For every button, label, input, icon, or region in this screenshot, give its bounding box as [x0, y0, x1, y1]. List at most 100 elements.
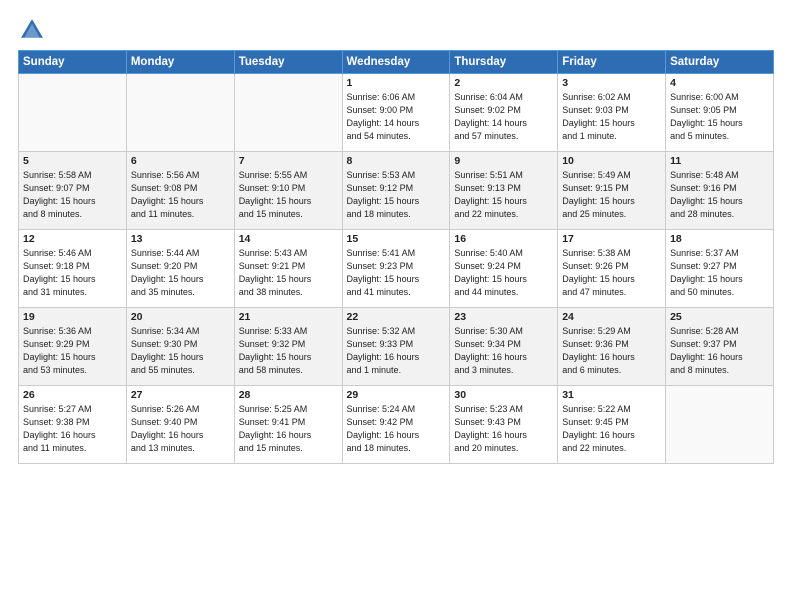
day-info: Sunrise: 5:33 AM Sunset: 9:32 PM Dayligh…	[239, 325, 338, 377]
day-info: Sunrise: 6:06 AM Sunset: 9:00 PM Dayligh…	[347, 91, 446, 143]
day-cell: 29 Sunrise: 5:24 AM Sunset: 9:42 PM Dayli…	[342, 386, 450, 464]
day-cell: 7 Sunrise: 5:55 AM Sunset: 9:10 PM Daylig…	[234, 152, 342, 230]
day-number: 8	[347, 155, 446, 167]
day-cell: 27Sunrise: 5:26 AM Sunset: 9:40 PM Dayli…	[126, 386, 234, 464]
day-number: 25	[670, 311, 769, 323]
day-info: Sunrise: 5:27 AM Sunset: 9:38 PM Dayligh…	[23, 403, 122, 455]
day-cell: 23 Sunrise: 5:30 AM Sunset: 9:34 PM Dayli…	[450, 308, 558, 386]
day-cell	[666, 386, 774, 464]
day-cell: 4Sunrise: 6:00 AM Sunset: 9:05 PM Daylig…	[666, 74, 774, 152]
header	[18, 16, 774, 44]
week-row-5: 26 Sunrise: 5:27 AM Sunset: 9:38 PM Dayli…	[19, 386, 774, 464]
day-number: 19	[23, 311, 122, 323]
day-info: Sunrise: 5:56 AM Sunset: 9:08 PM Dayligh…	[131, 169, 230, 221]
day-info: Sunrise: 5:34 AM Sunset: 9:30 PM Dayligh…	[131, 325, 230, 377]
col-header-monday: Monday	[126, 51, 234, 74]
day-number: 12	[23, 233, 122, 245]
col-header-friday: Friday	[558, 51, 666, 74]
day-number: 22	[347, 311, 446, 323]
day-cell: 3 Sunrise: 6:02 AM Sunset: 9:03 PM Daylig…	[558, 74, 666, 152]
day-cell	[126, 74, 234, 152]
col-header-saturday: Saturday	[666, 51, 774, 74]
day-number: 28	[239, 389, 338, 401]
day-cell: 24Sunrise: 5:29 AM Sunset: 9:36 PM Dayli…	[558, 308, 666, 386]
day-cell: 5 Sunrise: 5:58 AM Sunset: 9:07 PM Daylig…	[19, 152, 127, 230]
day-info: Sunrise: 5:41 AM Sunset: 9:23 PM Dayligh…	[347, 247, 446, 299]
day-number: 7	[239, 155, 338, 167]
day-cell: 11Sunrise: 5:48 AM Sunset: 9:16 PM Dayli…	[666, 152, 774, 230]
week-row-3: 12 Sunrise: 5:46 AM Sunset: 9:18 PM Dayli…	[19, 230, 774, 308]
day-number: 16	[454, 233, 553, 245]
day-number: 14	[239, 233, 338, 245]
day-number: 2	[454, 77, 553, 89]
day-cell: 25Sunrise: 5:28 AM Sunset: 9:37 PM Dayli…	[666, 308, 774, 386]
day-number: 9	[454, 155, 553, 167]
day-number: 27	[131, 389, 230, 401]
day-number: 10	[562, 155, 661, 167]
day-info: Sunrise: 5:29 AM Sunset: 9:36 PM Dayligh…	[562, 325, 661, 377]
calendar-table: SundayMondayTuesdayWednesdayThursdayFrid…	[18, 50, 774, 464]
col-header-tuesday: Tuesday	[234, 51, 342, 74]
day-info: Sunrise: 5:30 AM Sunset: 9:34 PM Dayligh…	[454, 325, 553, 377]
day-info: Sunrise: 5:38 AM Sunset: 9:26 PM Dayligh…	[562, 247, 661, 299]
logo	[18, 16, 50, 44]
day-info: Sunrise: 5:58 AM Sunset: 9:07 PM Dayligh…	[23, 169, 122, 221]
day-info: Sunrise: 5:22 AM Sunset: 9:45 PM Dayligh…	[562, 403, 661, 455]
day-info: Sunrise: 5:25 AM Sunset: 9:41 PM Dayligh…	[239, 403, 338, 455]
day-info: Sunrise: 5:49 AM Sunset: 9:15 PM Dayligh…	[562, 169, 661, 221]
header-row: SundayMondayTuesdayWednesdayThursdayFrid…	[19, 51, 774, 74]
day-info: Sunrise: 6:04 AM Sunset: 9:02 PM Dayligh…	[454, 91, 553, 143]
day-number: 23	[454, 311, 553, 323]
day-cell: 22 Sunrise: 5:32 AM Sunset: 9:33 PM Dayli…	[342, 308, 450, 386]
day-number: 6	[131, 155, 230, 167]
day-cell: 28 Sunrise: 5:25 AM Sunset: 9:41 PM Dayli…	[234, 386, 342, 464]
day-cell	[234, 74, 342, 152]
day-info: Sunrise: 5:32 AM Sunset: 9:33 PM Dayligh…	[347, 325, 446, 377]
day-cell: 13Sunrise: 5:44 AM Sunset: 9:20 PM Dayli…	[126, 230, 234, 308]
day-number: 21	[239, 311, 338, 323]
logo-icon	[18, 16, 46, 44]
day-info: Sunrise: 5:46 AM Sunset: 9:18 PM Dayligh…	[23, 247, 122, 299]
day-info: Sunrise: 5:55 AM Sunset: 9:10 PM Dayligh…	[239, 169, 338, 221]
day-number: 18	[670, 233, 769, 245]
day-cell: 6 Sunrise: 5:56 AM Sunset: 9:08 PM Daylig…	[126, 152, 234, 230]
day-info: Sunrise: 5:24 AM Sunset: 9:42 PM Dayligh…	[347, 403, 446, 455]
day-info: Sunrise: 5:40 AM Sunset: 9:24 PM Dayligh…	[454, 247, 553, 299]
day-number: 26	[23, 389, 122, 401]
day-info: Sunrise: 5:36 AM Sunset: 9:29 PM Dayligh…	[23, 325, 122, 377]
day-info: Sunrise: 5:37 AM Sunset: 9:27 PM Dayligh…	[670, 247, 769, 299]
day-number: 30	[454, 389, 553, 401]
day-cell: 17 Sunrise: 5:38 AM Sunset: 9:26 PM Dayli…	[558, 230, 666, 308]
day-cell: 19 Sunrise: 5:36 AM Sunset: 9:29 PM Dayli…	[19, 308, 127, 386]
day-cell: 10 Sunrise: 5:49 AM Sunset: 9:15 PM Dayli…	[558, 152, 666, 230]
day-cell: 9 Sunrise: 5:51 AM Sunset: 9:13 PM Daylig…	[450, 152, 558, 230]
day-cell: 26 Sunrise: 5:27 AM Sunset: 9:38 PM Dayli…	[19, 386, 127, 464]
col-header-thursday: Thursday	[450, 51, 558, 74]
day-number: 15	[347, 233, 446, 245]
week-row-4: 19 Sunrise: 5:36 AM Sunset: 9:29 PM Dayli…	[19, 308, 774, 386]
day-cell: 31 Sunrise: 5:22 AM Sunset: 9:45 PM Dayli…	[558, 386, 666, 464]
day-cell: 18 Sunrise: 5:37 AM Sunset: 9:27 PM Dayli…	[666, 230, 774, 308]
day-number: 31	[562, 389, 661, 401]
day-info: Sunrise: 5:51 AM Sunset: 9:13 PM Dayligh…	[454, 169, 553, 221]
week-row-2: 5 Sunrise: 5:58 AM Sunset: 9:07 PM Daylig…	[19, 152, 774, 230]
day-number: 17	[562, 233, 661, 245]
day-cell: 2 Sunrise: 6:04 AM Sunset: 9:02 PM Daylig…	[450, 74, 558, 152]
day-number: 29	[347, 389, 446, 401]
day-cell: 14 Sunrise: 5:43 AM Sunset: 9:21 PM Dayli…	[234, 230, 342, 308]
col-header-sunday: Sunday	[19, 51, 127, 74]
day-info: Sunrise: 5:43 AM Sunset: 9:21 PM Dayligh…	[239, 247, 338, 299]
day-info: Sunrise: 5:48 AM Sunset: 9:16 PM Dayligh…	[670, 169, 769, 221]
day-cell: 20 Sunrise: 5:34 AM Sunset: 9:30 PM Dayli…	[126, 308, 234, 386]
day-info: Sunrise: 5:53 AM Sunset: 9:12 PM Dayligh…	[347, 169, 446, 221]
day-number: 4	[670, 77, 769, 89]
day-number: 3	[562, 77, 661, 89]
day-number: 20	[131, 311, 230, 323]
day-number: 5	[23, 155, 122, 167]
week-row-1: 1 Sunrise: 6:06 AM Sunset: 9:00 PM Daylig…	[19, 74, 774, 152]
day-info: Sunrise: 6:02 AM Sunset: 9:03 PM Dayligh…	[562, 91, 661, 143]
day-info: Sunrise: 5:44 AM Sunset: 9:20 PM Dayligh…	[131, 247, 230, 299]
day-number: 1	[347, 77, 446, 89]
day-cell: 21 Sunrise: 5:33 AM Sunset: 9:32 PM Dayli…	[234, 308, 342, 386]
day-cell: 8 Sunrise: 5:53 AM Sunset: 9:12 PM Daylig…	[342, 152, 450, 230]
